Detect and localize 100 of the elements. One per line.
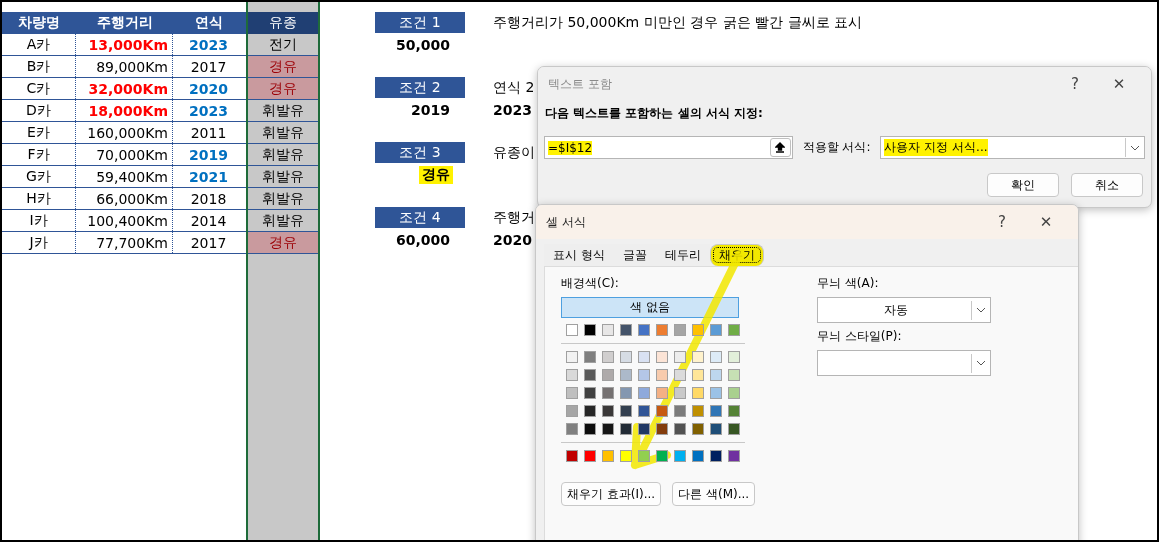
color-swatch[interactable]: [602, 369, 614, 381]
color-swatch[interactable]: [728, 450, 740, 462]
table-cell: 휘발유: [248, 144, 318, 166]
color-swatch[interactable]: [728, 423, 740, 435]
color-swatch[interactable]: [674, 387, 686, 399]
color-swatch[interactable]: [710, 450, 722, 462]
color-swatch[interactable]: [656, 369, 668, 381]
color-swatch[interactable]: [710, 351, 722, 363]
color-swatch[interactable]: [692, 324, 704, 336]
color-swatch[interactable]: [638, 450, 650, 462]
color-swatch[interactable]: [566, 450, 578, 462]
color-swatch[interactable]: [602, 423, 614, 435]
color-swatch[interactable]: [638, 369, 650, 381]
color-swatch[interactable]: [728, 351, 740, 363]
color-swatch[interactable]: [584, 405, 596, 417]
pattern-style-label: 무늬 스타일(P):: [817, 328, 903, 345]
color-swatch[interactable]: [728, 405, 740, 417]
color-swatch[interactable]: [728, 324, 740, 336]
color-swatch[interactable]: [692, 405, 704, 417]
color-swatch[interactable]: [602, 351, 614, 363]
color-swatch[interactable]: [674, 405, 686, 417]
color-swatch[interactable]: [692, 387, 704, 399]
color-swatch[interactable]: [566, 351, 578, 363]
color-swatch[interactable]: [638, 324, 650, 336]
pattern-color-dropdown[interactable]: 자동: [817, 297, 991, 323]
input-field[interactable]: =$I$12: [544, 136, 793, 159]
color-swatch[interactable]: [602, 387, 614, 399]
condition-label: 조건 1: [375, 12, 465, 33]
collapse-button[interactable]: [769, 138, 791, 157]
color-swatch[interactable]: [584, 423, 596, 435]
color-swatch[interactable]: [620, 423, 632, 435]
condition-value: 2019: [410, 101, 451, 118]
color-swatch[interactable]: [710, 423, 722, 435]
color-swatch[interactable]: [692, 423, 704, 435]
color-swatch[interactable]: [638, 423, 650, 435]
color-swatch[interactable]: [656, 423, 668, 435]
color-swatch[interactable]: [602, 324, 614, 336]
color-swatch[interactable]: [602, 405, 614, 417]
table-cell: J카: [2, 232, 76, 253]
close-button[interactable]: ✕: [1024, 213, 1068, 231]
color-swatch[interactable]: [620, 387, 632, 399]
dialog-button[interactable]: 다른 색(M)...: [672, 482, 756, 506]
color-swatch[interactable]: [674, 423, 686, 435]
color-swatch[interactable]: [566, 387, 578, 399]
color-swatch[interactable]: [566, 324, 578, 336]
color-swatch[interactable]: [602, 450, 614, 462]
table-cell: 경유: [248, 78, 318, 100]
color-swatch[interactable]: [710, 387, 722, 399]
pattern-style-dropdown[interactable]: [817, 350, 991, 376]
chevron-down-icon: [1130, 144, 1140, 151]
close-button[interactable]: ✕: [1097, 75, 1141, 93]
color-swatch[interactable]: [566, 423, 578, 435]
color-swatch[interactable]: [656, 450, 668, 462]
color-swatch[interactable]: [710, 324, 722, 336]
color-swatch[interactable]: [620, 351, 632, 363]
color-swatch[interactable]: [692, 450, 704, 462]
color-swatch[interactable]: [638, 351, 650, 363]
help-button[interactable]: ?: [980, 213, 1024, 231]
color-swatch[interactable]: [566, 369, 578, 381]
table-cell: 70,000Km: [76, 144, 173, 165]
color-swatch[interactable]: [674, 324, 686, 336]
color-swatch[interactable]: [620, 369, 632, 381]
no-color-button[interactable]: 색 없음: [561, 297, 739, 318]
color-swatch[interactable]: [710, 369, 722, 381]
color-swatch[interactable]: [674, 450, 686, 462]
color-swatch[interactable]: [656, 405, 668, 417]
color-swatch[interactable]: [566, 405, 578, 417]
table-cell: D카: [2, 100, 76, 121]
color-swatch[interactable]: [638, 405, 650, 417]
color-swatch[interactable]: [620, 324, 632, 336]
format-dropdown[interactable]: 사용자 지정 서식...: [880, 136, 1145, 159]
dialog-button[interactable]: 취소: [1071, 173, 1143, 197]
dialog-prompt: 다음 텍스트를 포함하는 셀의 서식 지정:: [544, 105, 764, 122]
dialog-button[interactable]: 확인: [987, 173, 1059, 197]
table-cell: G카: [2, 166, 76, 187]
color-swatch[interactable]: [584, 369, 596, 381]
table-cell: 휘발유: [248, 188, 318, 210]
color-swatch[interactable]: [728, 387, 740, 399]
color-swatch[interactable]: [692, 369, 704, 381]
color-swatch[interactable]: [674, 369, 686, 381]
condition-description: 유종이: [493, 143, 535, 162]
upload-icon: [775, 142, 786, 153]
color-swatch[interactable]: [620, 450, 632, 462]
condition-value: 60,000: [394, 231, 451, 248]
condition-value: 2020: [493, 231, 532, 248]
color-swatch[interactable]: [656, 387, 668, 399]
color-swatch[interactable]: [656, 351, 668, 363]
color-swatch[interactable]: [584, 387, 596, 399]
dialog-button[interactable]: 채우기 효과(I)...: [561, 482, 662, 506]
color-swatch[interactable]: [728, 369, 740, 381]
color-swatch[interactable]: [674, 351, 686, 363]
color-swatch[interactable]: [620, 405, 632, 417]
color-swatch[interactable]: [584, 324, 596, 336]
color-swatch[interactable]: [638, 387, 650, 399]
color-swatch[interactable]: [584, 351, 596, 363]
color-swatch[interactable]: [692, 351, 704, 363]
help-button[interactable]: ?: [1053, 75, 1097, 93]
color-swatch[interactable]: [710, 405, 722, 417]
color-swatch[interactable]: [584, 450, 596, 462]
color-swatch[interactable]: [656, 324, 668, 336]
